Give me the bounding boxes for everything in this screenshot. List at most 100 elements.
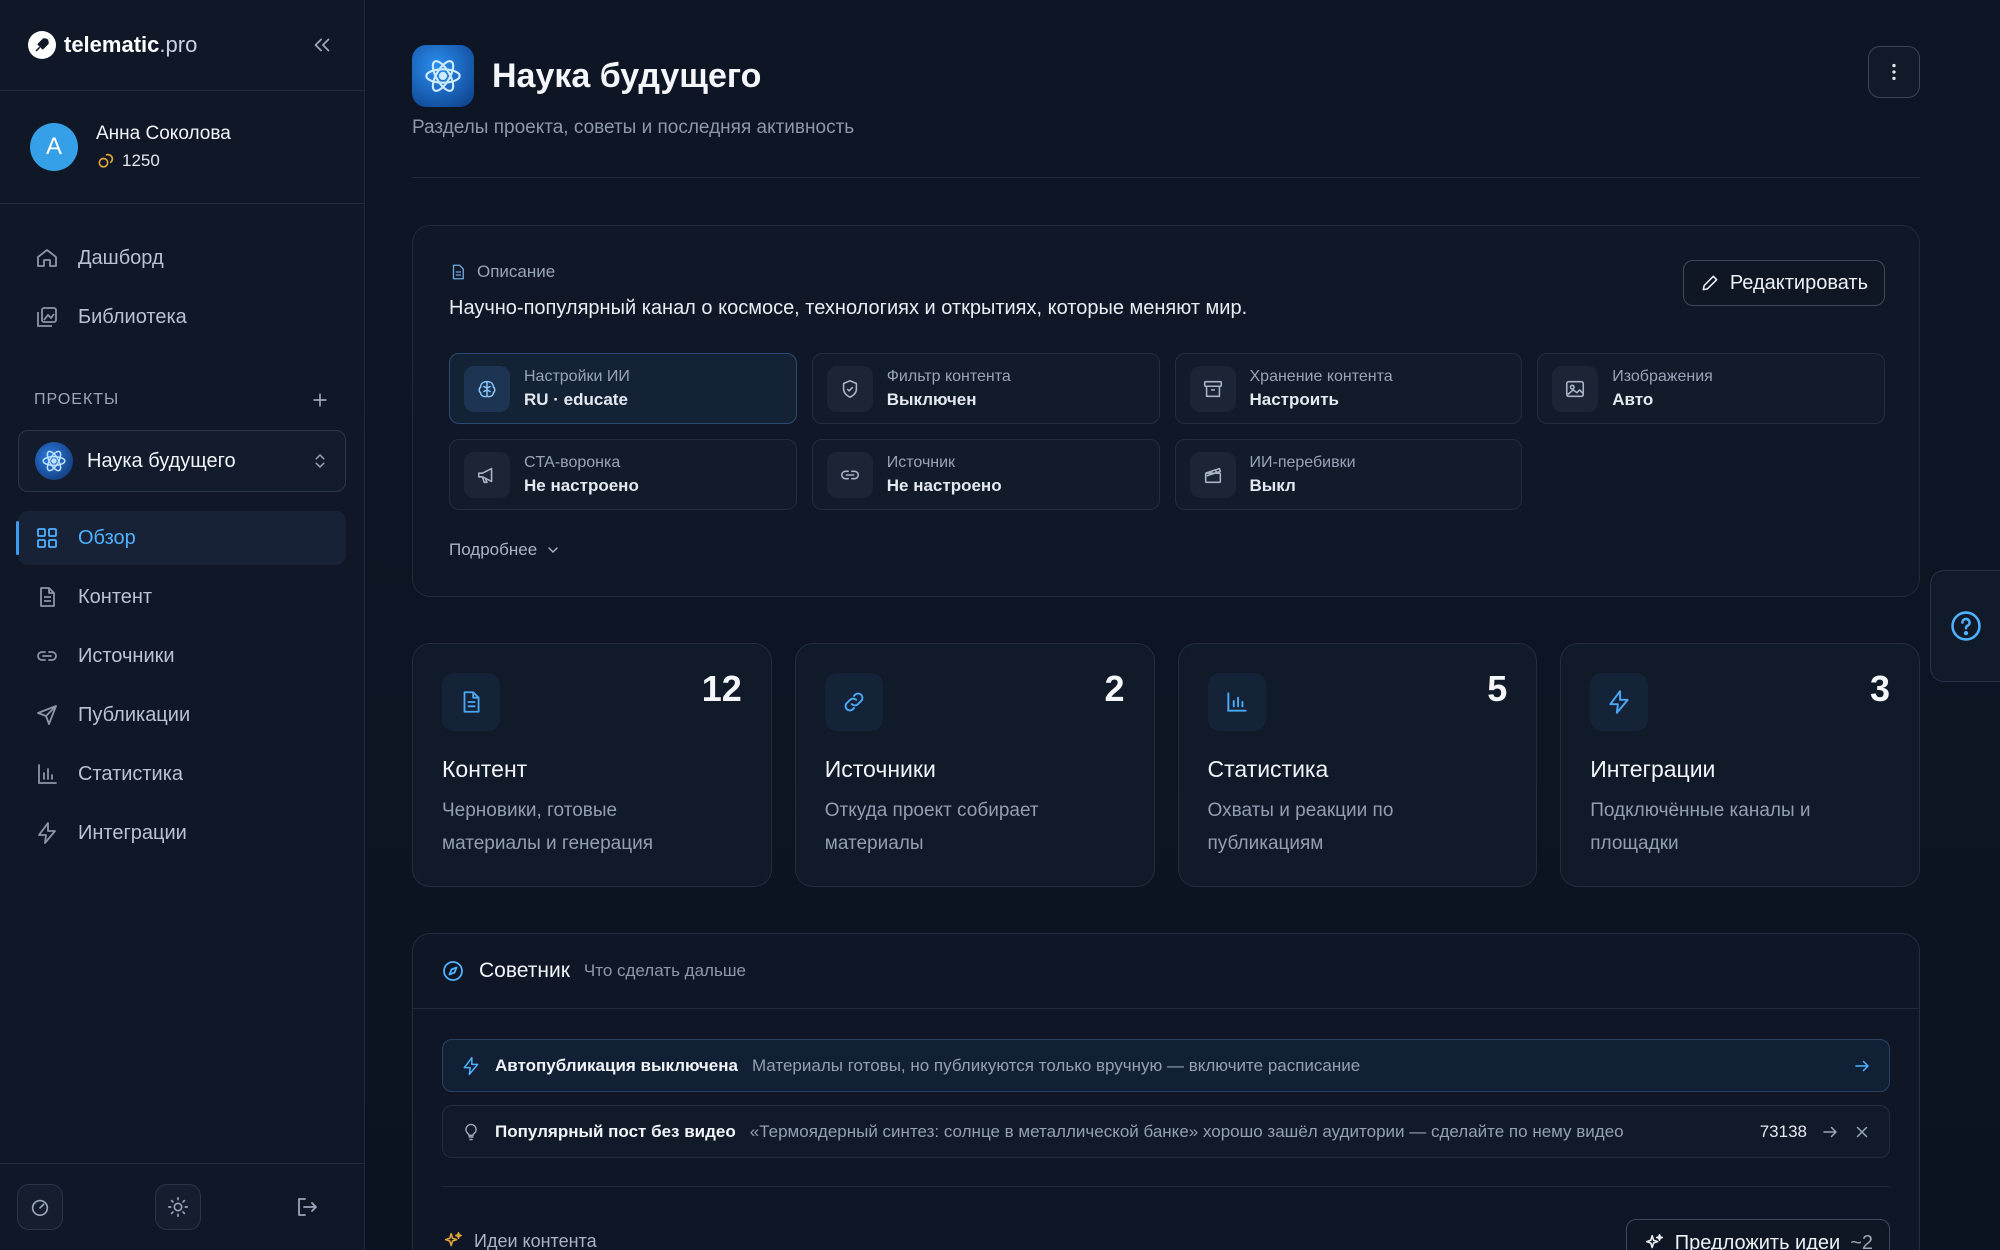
setting-value: Выключен [886, 389, 977, 409]
suggest-ideas-label: Предложить идеи [1674, 1231, 1841, 1250]
tip-popular-post[interactable]: Популярный пост без видео «Термоядерный … [442, 1105, 1890, 1158]
help-circle-icon [1950, 611, 1981, 641]
setting-value: Не настроено [886, 475, 1002, 495]
page-subtitle: Разделы проекта, советы и последняя акти… [412, 117, 855, 138]
user-name: Анна Соколова [96, 123, 231, 144]
user-profile[interactable]: А Анна Соколова 1250 [0, 91, 364, 204]
theme-toggle-button[interactable] [154, 1184, 201, 1230]
nav-item-library[interactable]: Библиотека [18, 290, 346, 344]
nav-label: Статистика [78, 762, 184, 785]
project-name: Наука будущего [87, 449, 236, 472]
suggest-ideas-button[interactable]: Предложить идеи ~2 [1625, 1219, 1890, 1250]
rocket-logo-icon [28, 31, 56, 59]
suggest-estimate: ~2 [1850, 1231, 1873, 1250]
card-description: Охваты и реакции по публикациям [1207, 800, 1394, 854]
setting-content-storage[interactable]: Хранение контента Настроить [1174, 353, 1523, 424]
collapse-sidebar-button[interactable] [308, 31, 336, 59]
open-tip-button[interactable] [1853, 1057, 1871, 1075]
description-label: Описание [449, 262, 555, 282]
gauge-icon [31, 1199, 49, 1217]
setting-title: Изображения [1612, 367, 1713, 385]
library-icon [34, 304, 60, 330]
card-title: Источники [824, 756, 936, 782]
setting-images[interactable]: Изображения Авто [1537, 353, 1885, 424]
setting-title: Настройки ИИ [524, 367, 630, 385]
add-project-button[interactable] [310, 390, 330, 410]
advisor-panel: Советник Что сделать дальше Автопубликац… [412, 933, 1920, 1250]
setting-source[interactable]: Источник Не настроено [811, 439, 1160, 510]
link-icon [34, 643, 60, 669]
double-chevron-left-icon [314, 38, 330, 52]
clapper-icon [1189, 451, 1236, 498]
tip-text: «Термоядерный синтез: солнце в металличе… [749, 1121, 1624, 1141]
setting-cta-funnel[interactable]: CTA-воронка Не настроено [449, 439, 797, 510]
logo-text-light: .pro [159, 32, 198, 57]
card-integrations[interactable]: 3 Интеграции Подключённые каналы и площа… [1560, 643, 1920, 887]
card-count: 5 [1487, 668, 1508, 709]
description-text: Научно-популярный канал о космосе, техно… [449, 297, 1248, 319]
more-options-button[interactable] [1868, 46, 1920, 98]
logout-button[interactable] [292, 1192, 322, 1222]
megaphone-icon [464, 451, 510, 498]
setting-title: CTA-воронка [524, 453, 621, 471]
dismiss-tip-button[interactable] [1853, 1123, 1871, 1141]
card-sources[interactable]: 2 Источники Откуда проект собирает матер… [794, 643, 1155, 887]
nav-item-sources[interactable]: Источники [18, 629, 346, 683]
setting-title: Фильтр контента [886, 367, 1011, 385]
link-icon [826, 451, 873, 498]
project-selector[interactable]: Наука будущего [18, 430, 346, 492]
setting-ai-cutaways[interactable]: ИИ-перебивки Выкл [1174, 439, 1523, 510]
bar-chart-icon [34, 761, 60, 787]
projects-heading-label: ПРОЕКТЫ [34, 391, 120, 408]
card-count: 2 [1104, 668, 1125, 709]
nav-item-publications[interactable]: Публикации [18, 688, 346, 742]
help-button[interactable] [1930, 570, 2000, 682]
divider [442, 1186, 1890, 1187]
nav-item-statistics[interactable]: Статистика [18, 747, 346, 801]
bar-chart-icon [1207, 673, 1266, 731]
setting-content-filter[interactable]: Фильтр контента Выключен [811, 353, 1160, 424]
send-icon [34, 702, 60, 728]
advisor-title: Советник [479, 959, 570, 982]
compass-icon [443, 961, 463, 981]
app-logo[interactable]: telematic.pro [28, 31, 197, 59]
setting-title: Источник [886, 453, 956, 471]
nav-item-content[interactable]: Контент [18, 570, 346, 624]
content-ideas-label: Идеи контента [474, 1230, 597, 1250]
setting-title: ИИ-перебивки [1249, 453, 1356, 471]
nav-item-integrations[interactable]: Интеграции [18, 806, 346, 860]
card-statistics[interactable]: 5 Статистика Охваты и реакции по публика… [1177, 643, 1538, 887]
nav-item-overview[interactable]: Обзор [16, 511, 346, 565]
settings-grid: Настройки ИИ RU · educate Фильтр контента… [449, 353, 1885, 510]
card-description: Черновики, готовые материалы и генерация [442, 800, 653, 854]
setting-value: Выкл [1249, 475, 1296, 495]
nav-label: Библиотека [78, 305, 187, 328]
tip-autopublish[interactable]: Автопубликация выключена Материалы готов… [442, 1039, 1890, 1092]
card-content[interactable]: 12 Контент Черновики, готовые материалы … [412, 643, 772, 887]
nav-label: Контент [78, 585, 153, 608]
page-title: Наука будущего [492, 56, 762, 95]
plus-icon [313, 393, 327, 407]
sparkles-icon [444, 1231, 463, 1247]
projects-heading: ПРОЕКТЫ [0, 380, 364, 420]
arrow-right-icon [1823, 1126, 1837, 1137]
sun-icon [167, 1197, 188, 1217]
card-title: Интеграции [1590, 756, 1716, 782]
speedometer-button[interactable] [17, 1184, 63, 1230]
tip-title: Популярный пост без видео [495, 1121, 736, 1141]
tip-text: Материалы готовы, но публикуются только … [751, 1055, 1361, 1075]
setting-ai[interactable]: Настройки ИИ RU · educate [449, 353, 797, 424]
advisor-header: Советник Что сделать дальше [413, 934, 1919, 1009]
edit-button[interactable]: Редактировать [1682, 260, 1885, 306]
page-header: Наука будущего [412, 45, 761, 107]
credits-value: 1250 [122, 151, 160, 170]
nav-item-dashboard[interactable]: Дашборд [18, 231, 346, 285]
more-details-toggle[interactable]: Подробнее [449, 540, 561, 560]
setting-value: Не настроено [524, 475, 639, 495]
coins-icon [98, 153, 114, 168]
sidebar-header: telematic.pro [0, 0, 364, 91]
grid-icon [34, 525, 60, 551]
nav-label: Дашборд [78, 246, 164, 269]
open-tip-button[interactable] [1821, 1123, 1839, 1141]
card-title: Контент [442, 756, 528, 782]
